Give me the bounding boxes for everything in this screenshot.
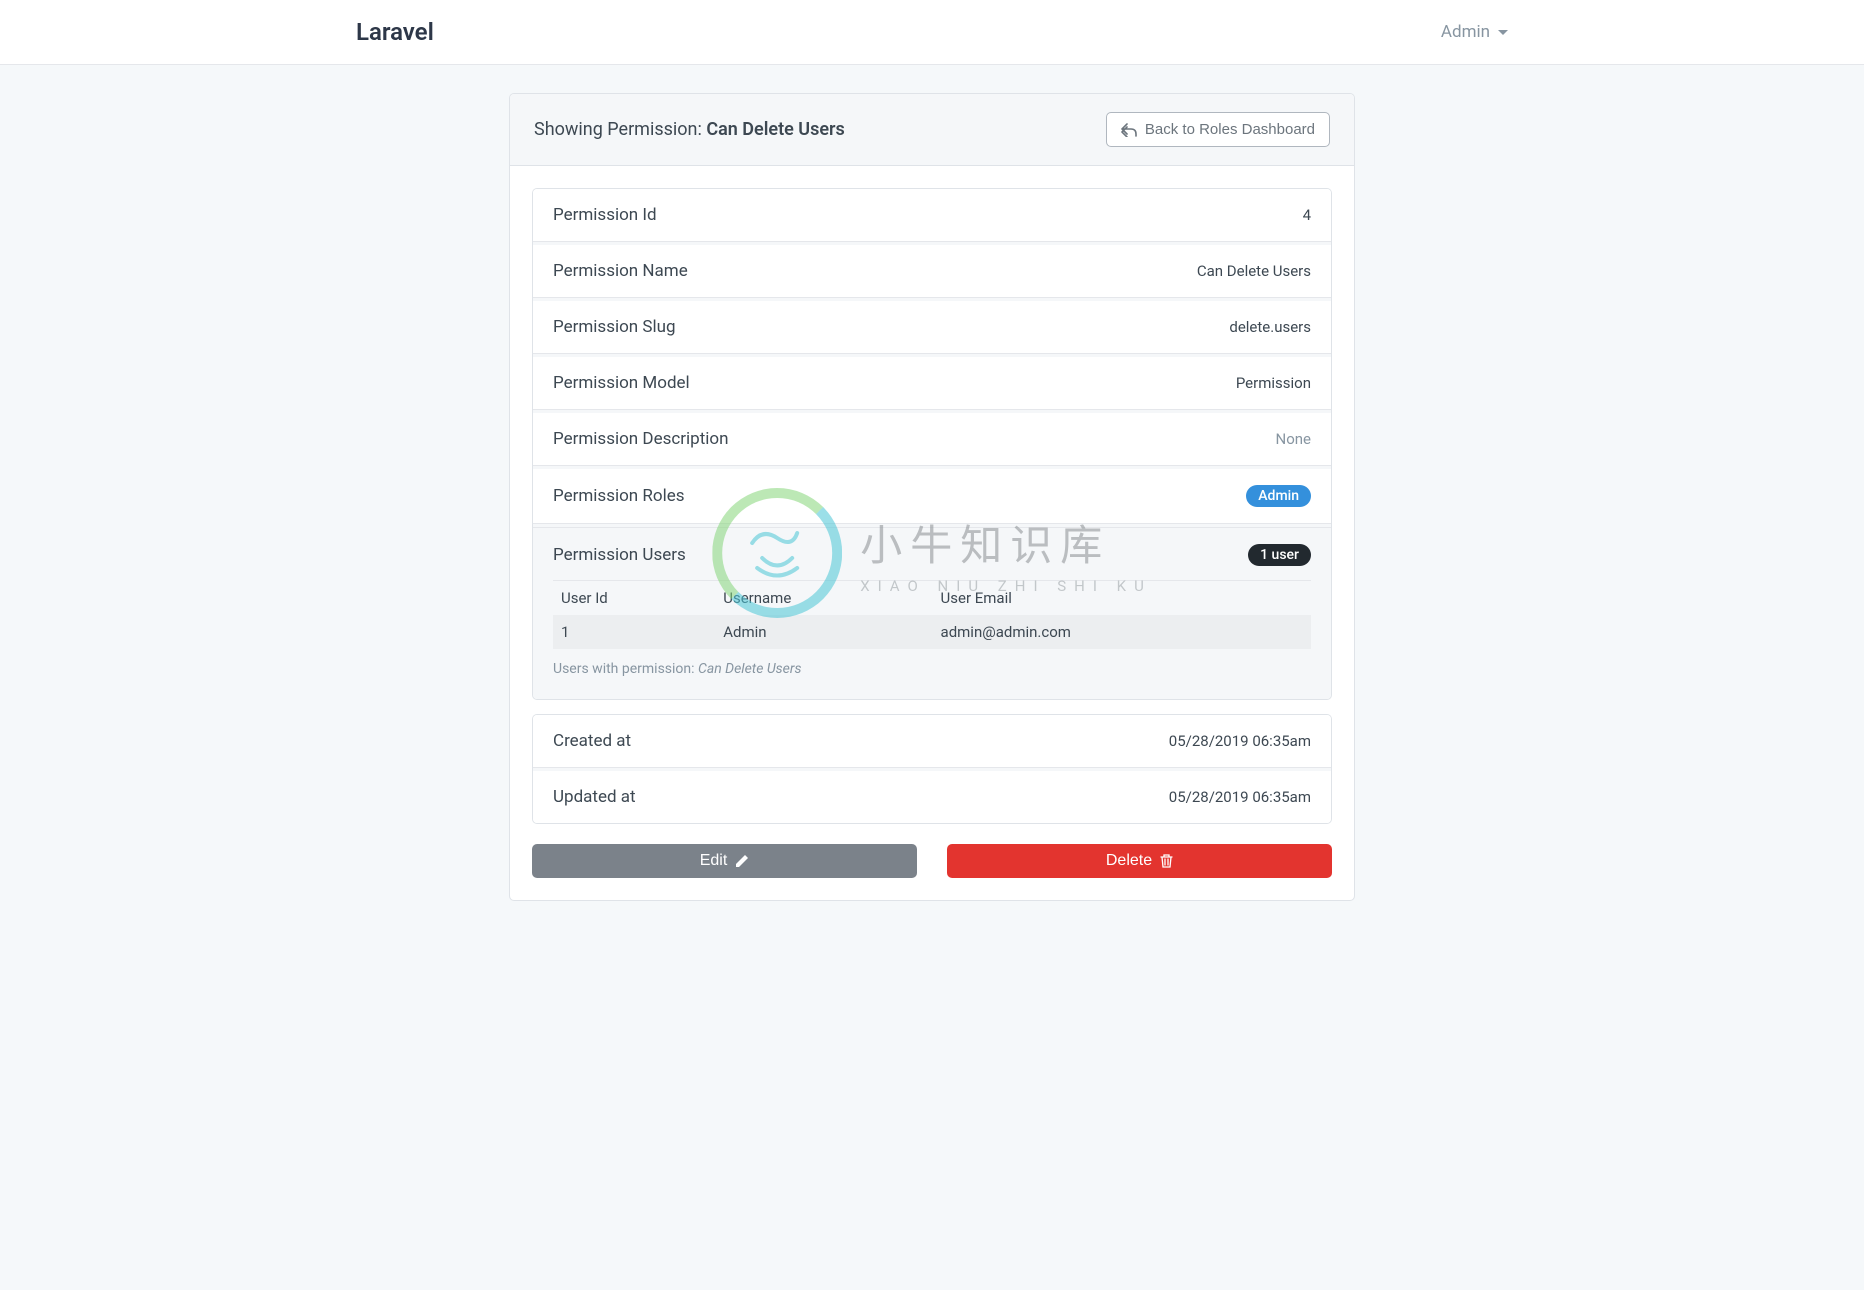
permission-name-value: Can Delete Users [1197, 262, 1311, 280]
permission-model-label: Permission Model [553, 373, 690, 393]
permission-desc-label: Permission Description [553, 429, 728, 449]
row-permission-roles: Permission Roles Admin [533, 469, 1331, 524]
td-username: Admin [715, 615, 932, 649]
permission-id-label: Permission Id [553, 205, 657, 225]
brand-title[interactable]: Laravel [356, 18, 434, 46]
row-permission-slug: Permission Slug delete.users [533, 301, 1331, 354]
role-badge[interactable]: Admin [1246, 485, 1311, 507]
back-button-label: Back to Roles Dashboard [1145, 121, 1315, 138]
chevron-down-icon [1498, 30, 1508, 35]
row-permission-name: Permission Name Can Delete Users [533, 245, 1331, 298]
permission-users-section: Permission Users 1 user User Id Username… [533, 527, 1331, 699]
row-permission-id: Permission Id 4 [533, 189, 1331, 242]
permission-id-value: 4 [1303, 206, 1311, 224]
permission-card: Showing Permission: Can Delete Users Bac… [509, 93, 1355, 901]
title-name: Can Delete Users [706, 119, 844, 140]
updated-at-label: Updated at [553, 787, 636, 807]
table-row: 1 Admin admin@admin.com [553, 615, 1311, 649]
row-created-at: Created at 05/28/2019 06:35am [533, 715, 1331, 768]
details-list: Permission Id 4 Permission Name Can Dele… [532, 188, 1332, 700]
trash-icon [1160, 854, 1173, 868]
user-dropdown-label: Admin [1441, 22, 1490, 42]
row-updated-at: Updated at 05/28/2019 06:35am [533, 771, 1331, 823]
delete-button-label: Delete [1106, 852, 1152, 870]
table-caption: Users with permission: Can Delete Users [553, 661, 1311, 677]
reply-icon [1121, 123, 1137, 137]
users-table: User Id Username User Email 1 Admin admi… [553, 580, 1311, 649]
permission-roles-label: Permission Roles [553, 486, 685, 506]
th-email: User Email [933, 581, 1311, 616]
permission-slug-value: delete.users [1229, 318, 1311, 336]
card-header: Showing Permission: Can Delete Users Bac… [510, 94, 1354, 166]
permission-model-value: Permission [1236, 374, 1311, 392]
edit-button[interactable]: Edit [532, 844, 917, 878]
back-button[interactable]: Back to Roles Dashboard [1106, 112, 1330, 147]
row-permission-description: Permission Description None [533, 413, 1331, 466]
caption-prefix: Users with permission: [553, 661, 698, 677]
actions-row: Edit Delete [532, 844, 1332, 878]
caption-name: Can Delete Users [698, 661, 801, 677]
permission-users-label: Permission Users [553, 545, 686, 565]
permission-desc-value: None [1276, 430, 1312, 448]
meta-list: Created at 05/28/2019 06:35am Updated at… [532, 714, 1332, 824]
table-header-row: User Id Username User Email [553, 581, 1311, 616]
delete-button[interactable]: Delete [947, 844, 1332, 878]
navbar: Laravel Admin [0, 0, 1864, 65]
td-email: admin@admin.com [933, 615, 1311, 649]
td-user-id: 1 [553, 615, 715, 649]
th-user-id: User Id [553, 581, 715, 616]
permission-slug-label: Permission Slug [553, 317, 676, 337]
created-at-label: Created at [553, 731, 631, 751]
users-count-badge: 1 user [1248, 544, 1311, 566]
created-at-value: 05/28/2019 06:35am [1169, 732, 1311, 750]
title-prefix: Showing Permission: [534, 119, 706, 140]
user-dropdown[interactable]: Admin [1441, 22, 1508, 42]
card-title: Showing Permission: Can Delete Users [534, 119, 845, 140]
permission-name-label: Permission Name [553, 261, 688, 281]
updated-at-value: 05/28/2019 06:35am [1169, 788, 1311, 806]
edit-button-label: Edit [700, 852, 728, 870]
row-permission-model: Permission Model Permission [533, 357, 1331, 410]
pencil-icon [735, 854, 749, 868]
th-username: Username [715, 581, 932, 616]
